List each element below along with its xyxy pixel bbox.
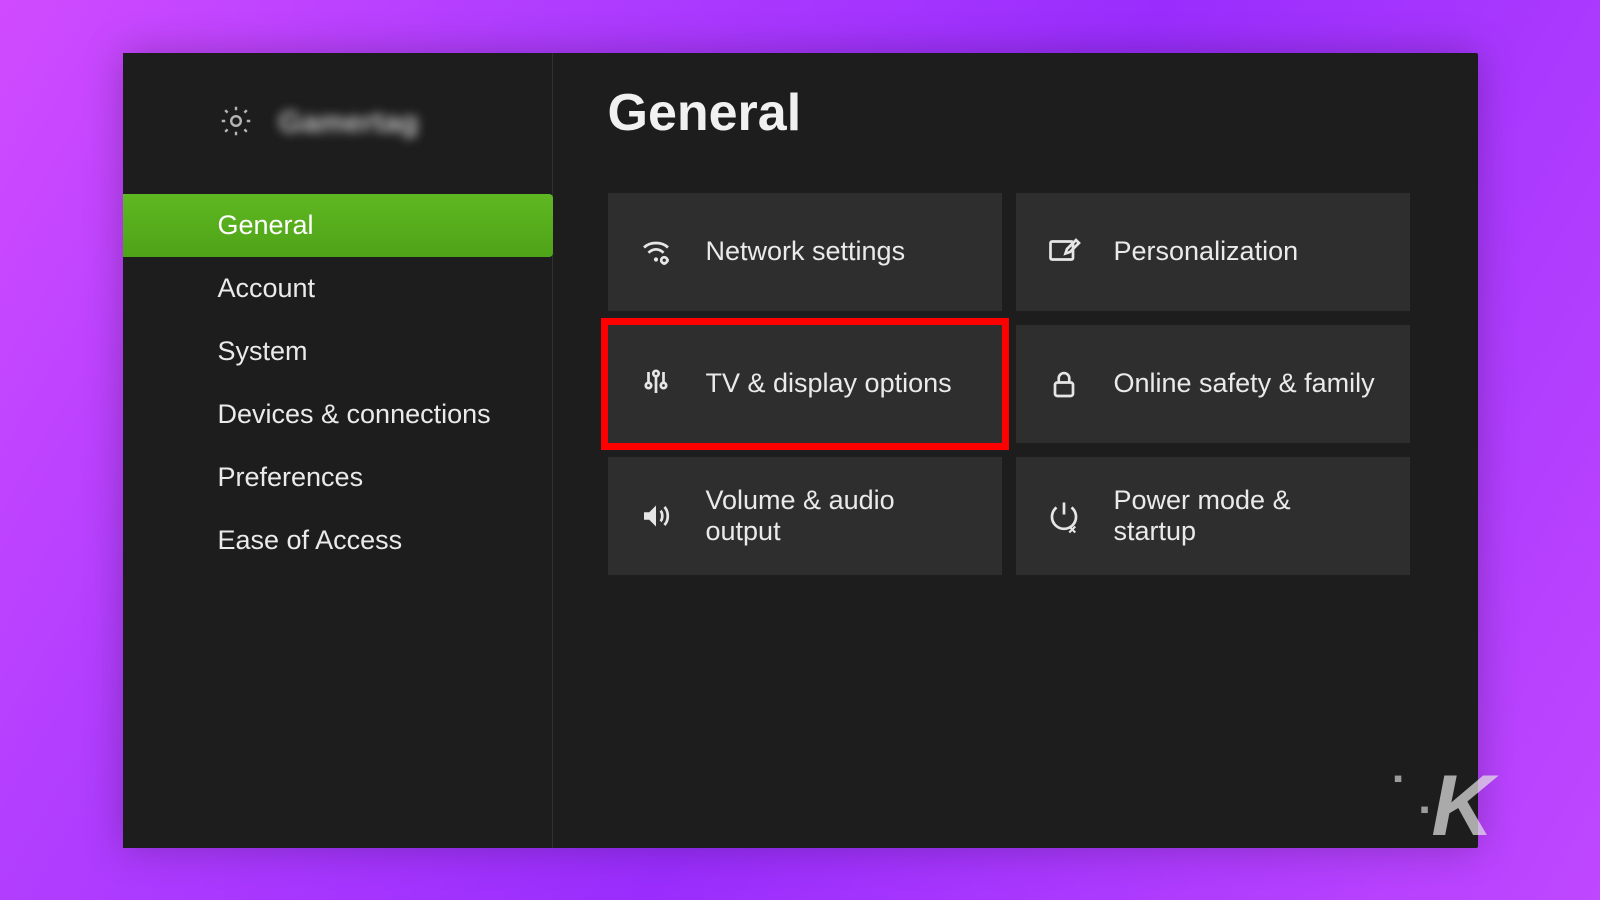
display-icon: [638, 366, 674, 402]
sidebar-nav: General Account System Devices & connect…: [123, 194, 552, 572]
tile-label: Network settings: [706, 236, 906, 267]
sidebar-item-devices[interactable]: Devices & connections: [123, 383, 552, 446]
lock-icon: [1046, 366, 1082, 402]
tile-label: Volume & audio output: [706, 485, 972, 547]
tile-label: Personalization: [1114, 236, 1299, 267]
power-icon: [1046, 498, 1082, 534]
sidebar-item-ease-of-access[interactable]: Ease of Access: [123, 509, 552, 572]
tile-label: Online safety & family: [1114, 368, 1375, 399]
tile-tv-display-options[interactable]: TV & display options: [608, 325, 1002, 443]
main-pane: General Network settings Personalization…: [553, 53, 1478, 848]
tile-label: TV & display options: [706, 368, 952, 399]
sidebar-item-system[interactable]: System: [123, 320, 552, 383]
tile-label: Power mode & startup: [1114, 485, 1380, 547]
personalize-icon: [1046, 234, 1082, 270]
page-title: General: [608, 83, 1418, 143]
gamertag-label: Gamertag: [279, 106, 419, 140]
sidebar-item-general[interactable]: General: [123, 194, 553, 257]
tile-online-safety-family[interactable]: Online safety & family: [1016, 325, 1410, 443]
sidebar-item-account[interactable]: Account: [123, 257, 552, 320]
network-icon: [638, 234, 674, 270]
tile-personalization[interactable]: Personalization: [1016, 193, 1410, 311]
tile-power-mode-startup[interactable]: Power mode & startup: [1016, 457, 1410, 575]
sidebar: Gamertag General Account System Devices …: [123, 53, 553, 848]
settings-window: Gamertag General Account System Devices …: [123, 53, 1478, 848]
sidebar-header: Gamertag: [123, 83, 552, 194]
gear-icon: [218, 103, 254, 144]
sidebar-item-preferences[interactable]: Preferences: [123, 446, 552, 509]
tile-grid: Network settings Personalization TV & di…: [608, 193, 1418, 575]
tile-network-settings[interactable]: Network settings: [608, 193, 1002, 311]
tile-volume-audio-output[interactable]: Volume & audio output: [608, 457, 1002, 575]
volume-icon: [638, 498, 674, 534]
